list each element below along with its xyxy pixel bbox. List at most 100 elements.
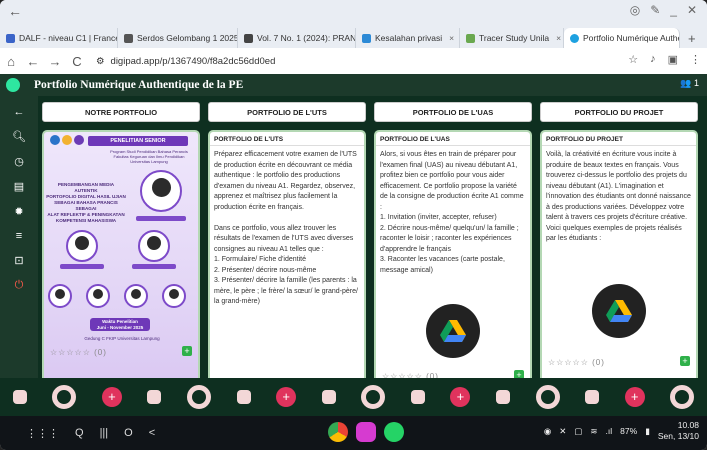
reload-button[interactable]: C bbox=[66, 54, 88, 69]
tab-close-icon[interactable]: × bbox=[449, 33, 454, 43]
column-notre-portfolio: NOTRE PORTFOLIO PENELITIAN SENIOR Progra… bbox=[42, 102, 200, 396]
student-avatar bbox=[124, 284, 148, 308]
tab-favicon bbox=[570, 33, 579, 43]
tab-portfolio[interactable]: Portfolio Numérique Authe × bbox=[564, 28, 680, 48]
card-text: Voilà, la créativité en écriture vous in… bbox=[546, 151, 691, 242]
tab-pranat[interactable]: Vol. 7 No. 1 (2024): PRANAT × bbox=[238, 28, 356, 48]
column-header[interactable]: PORTFOLIO DU PROJET bbox=[540, 102, 698, 122]
users-count: 1 bbox=[693, 78, 699, 88]
tab-tracer[interactable]: Tracer Study Unila × bbox=[460, 28, 564, 48]
sticker-plus: + bbox=[624, 387, 645, 407]
tab-count-icon[interactable]: ▣ bbox=[668, 53, 678, 66]
rating-stars[interactable]: ☆☆☆☆☆ (0) bbox=[50, 348, 107, 357]
tab-privasi[interactable]: Kesalahan privasi × bbox=[356, 28, 460, 48]
column-uas: PORTFOLIO DE L'UAS PORTFOLIO DE L'UAS Al… bbox=[374, 102, 532, 396]
add-comment-button[interactable]: + bbox=[680, 356, 690, 366]
url-field[interactable]: ⚙ digipad.app/p/1367490/f8a2dc56dd0ed bbox=[96, 56, 275, 67]
extensions-icon[interactable]: ◎ bbox=[630, 3, 640, 17]
home-nav-icon[interactable]: O bbox=[124, 427, 133, 440]
battery-icon: ▮ bbox=[645, 425, 650, 436]
google-drive-icon[interactable] bbox=[426, 304, 480, 358]
rating-stars-label: ☆☆☆☆☆ bbox=[548, 358, 589, 367]
poster-place: Gedung C FKIP Universitas Lampung bbox=[84, 336, 160, 341]
poster-subtitle: Program Studi Pendidikan Bahasa Perancis… bbox=[110, 149, 188, 164]
tab-serdos[interactable]: Serdos Gelombang 1 2025 × bbox=[118, 28, 238, 48]
chat-icon[interactable]: ▤ bbox=[14, 180, 24, 193]
tab-label: Vol. 7 No. 1 (2024): PRANAT bbox=[257, 33, 356, 43]
sticker-dot bbox=[585, 390, 600, 404]
game-icon[interactable]: ◉ bbox=[544, 426, 551, 437]
uts-card[interactable]: PORTFOLIO DE L'UTS Préparez efficacement… bbox=[208, 130, 366, 396]
column-header[interactable]: NOTRE PORTFOLIO bbox=[42, 102, 200, 122]
flower-app-icon[interactable] bbox=[356, 422, 376, 442]
back-arrow-icon[interactable]: ← bbox=[8, 3, 22, 19]
history-icon[interactable]: ◷ bbox=[14, 155, 24, 168]
sticker-ring bbox=[187, 385, 212, 409]
tab-close-icon[interactable]: × bbox=[556, 33, 561, 43]
address-actions: ☆ ♪ ▣ ⋮ bbox=[628, 53, 701, 66]
menu-icon[interactable]: ⋮ bbox=[690, 53, 701, 66]
settings-icon[interactable]: ✹ bbox=[14, 205, 23, 218]
close-window-icon[interactable]: ✕ bbox=[687, 3, 697, 17]
poster-project-title: PENGEMBANGAN MEDIA AUTENTIK PORTOFOLIO D… bbox=[46, 182, 126, 223]
search-nav-icon[interactable]: Q bbox=[75, 427, 84, 440]
mute-icon[interactable]: ✕ bbox=[559, 426, 566, 437]
clock-time: 10.08 bbox=[677, 420, 699, 430]
sticker-ring bbox=[670, 385, 695, 409]
url-text[interactable]: digipad.app/p/1367490/f8a2dc56dd0ed bbox=[111, 56, 276, 67]
window-controls: ◎ ✎ _ ✕ bbox=[630, 3, 697, 17]
forward-button[interactable]: → bbox=[44, 54, 66, 69]
site-info-icon[interactable]: ⚙ bbox=[96, 56, 105, 67]
back-nav-icon[interactable]: < bbox=[149, 427, 155, 440]
tab-label: Serdos Gelombang 1 2025 bbox=[137, 33, 238, 43]
search-icon[interactable]: 🔍︎ bbox=[12, 130, 26, 143]
add-comment-button[interactable]: + bbox=[182, 346, 192, 356]
google-drive-icon[interactable] bbox=[592, 284, 646, 338]
mic-icon[interactable]: ♪ bbox=[650, 53, 656, 66]
digipad-logo[interactable] bbox=[6, 78, 20, 92]
users-indicator[interactable]: 👥 1 bbox=[680, 78, 699, 89]
back-button[interactable]: ← bbox=[22, 54, 44, 69]
pin-icon[interactable]: ✎ bbox=[650, 3, 660, 17]
new-tab-button[interactable]: + bbox=[680, 31, 704, 46]
screen: ← ◎ ✎ _ ✕ DALF - niveau C1 | France × Se… bbox=[0, 0, 707, 450]
sticker-ring bbox=[52, 385, 77, 409]
tab-favicon bbox=[244, 33, 253, 43]
pad-title: Portfolio Numérique Authentique de la PE bbox=[34, 79, 244, 91]
projet-card[interactable]: PORTFOLIO DU PROJET Voilà, la créativité… bbox=[540, 130, 698, 396]
address-bar: ⌂ ← → C ⚙ digipad.app/p/1367490/f8a2dc56… bbox=[0, 48, 707, 74]
sticker-ring bbox=[535, 385, 560, 409]
poster-card[interactable]: PENELITIAN SENIOR Program Studi Pendidik… bbox=[42, 130, 200, 396]
column-header[interactable]: PORTFOLIO DE L'UAS bbox=[374, 102, 532, 122]
sticker-dot bbox=[321, 390, 336, 404]
filter-icon[interactable]: ≡ bbox=[16, 230, 22, 242]
minimize-icon[interactable]: _ bbox=[670, 3, 677, 17]
rating-stars[interactable]: ☆☆☆☆☆ (0) bbox=[548, 358, 605, 367]
browser-tab-strip: ← ◎ ✎ _ ✕ DALF - niveau C1 | France × Se… bbox=[0, 0, 707, 48]
sticker-dot bbox=[147, 390, 162, 404]
tab-dalf[interactable]: DALF - niveau C1 | France × bbox=[0, 28, 118, 48]
pinned-apps bbox=[328, 422, 404, 442]
chrome-app-icon[interactable] bbox=[328, 422, 348, 442]
tab-favicon bbox=[6, 33, 15, 43]
rating-count: (0) bbox=[592, 358, 605, 367]
home-icon[interactable]: ⌂ bbox=[0, 54, 22, 69]
sticker-plus: + bbox=[276, 387, 297, 407]
export-icon[interactable]: ⊡ bbox=[14, 254, 23, 267]
cast-icon[interactable]: ▢ bbox=[574, 426, 582, 437]
tab-label: Tracer Study Unila bbox=[479, 33, 550, 43]
recents-icon[interactable]: ||| bbox=[100, 427, 109, 440]
column-header[interactable]: PORTFOLIO DE L'UTS bbox=[208, 102, 366, 122]
pad-header: Portfolio Numérique Authentique de la PE… bbox=[0, 74, 707, 96]
student-avatar bbox=[48, 284, 72, 308]
sticker-plus: + bbox=[101, 387, 122, 407]
card-text: Préparez efficacement votre examen de l'… bbox=[214, 151, 358, 305]
clock-date: Sen, 13/10 bbox=[657, 431, 699, 441]
app-drawer-icon[interactable]: ⋮⋮⋮ bbox=[26, 427, 59, 440]
logout-icon[interactable]: ⏻ bbox=[15, 279, 24, 292]
back-icon[interactable]: ← bbox=[14, 106, 25, 118]
whatsapp-app-icon[interactable] bbox=[384, 422, 404, 442]
uas-card[interactable]: PORTFOLIO DE L'UAS Alors, si vous êtes e… bbox=[374, 130, 532, 396]
researcher-name-plate bbox=[60, 264, 104, 269]
bookmark-star-icon[interactable]: ☆ bbox=[628, 53, 638, 66]
